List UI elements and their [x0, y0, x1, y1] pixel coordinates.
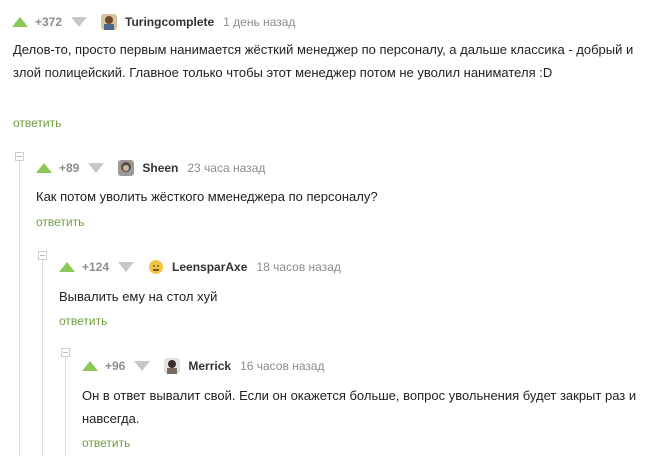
- reply-link[interactable]: ответить: [82, 436, 130, 450]
- downvote-arrow-icon[interactable]: [88, 163, 105, 173]
- collapse-branch-icon[interactable]: [15, 152, 24, 161]
- comment-text: Вывалить ему на стол хуй: [59, 289, 218, 304]
- reply-link[interactable]: ответить: [36, 215, 84, 229]
- comment-username[interactable]: Turingcomplete: [125, 15, 214, 29]
- comment-rating: +372: [35, 15, 63, 29]
- comment-text: Делов-то, просто первым нанимается жёстк…: [13, 42, 634, 80]
- thread-line: [42, 259, 43, 456]
- comment-rating: +96: [105, 359, 126, 373]
- downvote-arrow-icon[interactable]: [134, 361, 151, 371]
- comment-time: 1 день назад: [223, 15, 296, 29]
- comment-rating: +89: [59, 161, 80, 175]
- comment-time: 16 часов назад: [240, 359, 325, 373]
- comment-header: +89 Sheen 23 часа назад: [36, 158, 265, 178]
- sheen-avatar[interactable]: [118, 160, 135, 176]
- comment-header: +124 LeensparAxe 18 часов назад: [59, 257, 341, 277]
- comment-text: Как потом уволить жёсткого мменеджера по…: [36, 189, 378, 204]
- upvote-arrow-icon[interactable]: [82, 361, 98, 371]
- downvote-arrow-icon[interactable]: [118, 262, 135, 272]
- collapse-branch-icon[interactable]: [61, 348, 70, 357]
- thread-line: [19, 160, 20, 456]
- upvote-arrow-icon[interactable]: [36, 163, 52, 173]
- reply-link[interactable]: ответить: [59, 314, 107, 328]
- thread-line: [65, 356, 66, 456]
- comment-text: Он в ответ вывалит свой. Если он окажетс…: [82, 388, 637, 426]
- comment-username[interactable]: Merrick: [188, 359, 231, 373]
- comment-time: 18 часов назад: [256, 260, 341, 274]
- turingcomplete-avatar[interactable]: [101, 14, 118, 30]
- comment-rating: +124: [82, 260, 110, 274]
- collapse-branch-icon[interactable]: [38, 251, 47, 260]
- comment-header: +372 Turingcomplete 1 день назад: [12, 12, 295, 32]
- leensparaxe-avatar[interactable]: [148, 259, 165, 275]
- comment-username[interactable]: LeensparAxe: [172, 260, 247, 274]
- comment-header: +96 Merrick 16 часов назад: [82, 356, 325, 376]
- comment-username[interactable]: Sheen: [142, 161, 178, 175]
- reply-link[interactable]: ответить: [13, 116, 61, 130]
- merrick-avatar[interactable]: [164, 358, 181, 374]
- upvote-arrow-icon[interactable]: [59, 262, 75, 272]
- upvote-arrow-icon[interactable]: [12, 17, 28, 27]
- downvote-arrow-icon[interactable]: [71, 17, 88, 27]
- comment-time: 23 часа назад: [187, 161, 266, 175]
